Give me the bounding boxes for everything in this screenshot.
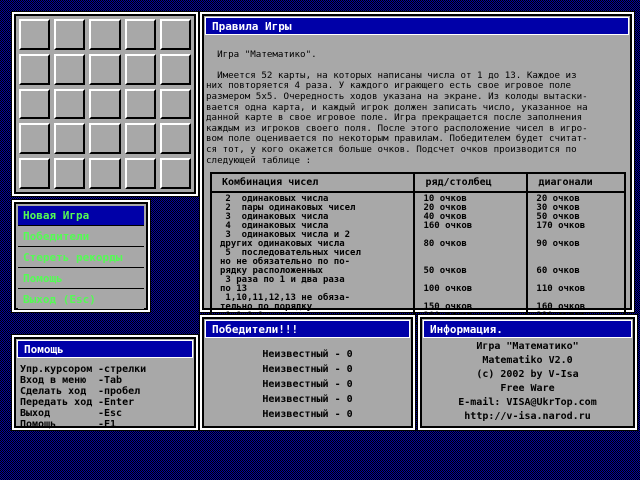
help-row: Помощь -F1: [20, 419, 190, 430]
info-line: http://v-isa.narod.ru: [464, 411, 591, 422]
board-cell[interactable]: [19, 53, 51, 85]
info-line: E-mail: VISA@UkrTop.com: [458, 397, 597, 408]
winner-entry: Неизвестный - 0: [262, 394, 353, 405]
board-cell[interactable]: [19, 158, 51, 189]
help-row: Вход в меню -Tab: [20, 375, 190, 386]
menu-item-new-game[interactable]: Новая Игра: [18, 206, 144, 226]
main-menu: Новая Игра Победители Стереть рекорды По…: [11, 199, 151, 313]
header-combination: Комбинация чисел: [209, 172, 416, 193]
help-key: -Tab: [98, 375, 123, 386]
winners-window: Победители!!! Неизвестный - 0 Неизвестный…: [199, 314, 416, 431]
board-cell[interactable]: [19, 88, 51, 120]
help-action: Сделать ход: [20, 386, 87, 397]
help-window: Помощь Упр.курсором -стрелки Вход в меню -T…: [11, 334, 199, 431]
header-row-column: ряд/столбец: [413, 172, 529, 193]
board-cell[interactable]: [124, 19, 156, 50]
help-row: Упр.курсором -стрелки: [20, 364, 190, 375]
board-cell[interactable]: [54, 19, 86, 50]
winner-entry: Неизвестный - 0: [262, 379, 353, 390]
menu-item-help[interactable]: Помощь: [18, 269, 144, 289]
combinations-column: 2 одинаковых числа 2 пары одинаковых чис…: [209, 192, 415, 324]
board-cell[interactable]: [19, 123, 51, 155]
board-cell[interactable]: [124, 123, 156, 155]
help-key: -Enter: [98, 397, 135, 408]
info-line: (c) 2002 by V-Isa: [476, 369, 579, 380]
board-cell[interactable]: [89, 88, 121, 120]
diagonal-points: 20 очков 30 очков 50 очков 170 очков 90 …: [526, 192, 625, 324]
info-title: Информация.: [423, 320, 632, 338]
menu-item-clear-records[interactable]: Стереть рекорды: [18, 248, 144, 268]
help-key: -пробел: [98, 386, 141, 397]
help-key: -стрелки: [98, 364, 147, 375]
board-cell[interactable]: [19, 19, 51, 50]
rules-title: Правила Игры: [205, 17, 629, 35]
info-line: Matematiko V2.0: [482, 355, 573, 366]
winner-entry: Неизвестный - 0: [262, 349, 353, 360]
help-action: Передать ход: [20, 397, 93, 408]
board-cell[interactable]: [159, 88, 191, 120]
board-cell[interactable]: [159, 53, 191, 85]
info-line: Free Ware: [500, 383, 555, 394]
board-cell[interactable]: [159, 158, 191, 189]
scoring-table: Комбинация чисел ряд/столбец диагонали 2…: [209, 172, 626, 325]
board-cell[interactable]: [89, 53, 121, 85]
help-key: -F1: [98, 419, 117, 430]
help-key: -Esc: [98, 408, 123, 419]
winners-title: Победители!!!: [205, 320, 410, 338]
board-cell[interactable]: [54, 158, 86, 189]
board-cell[interactable]: [54, 88, 86, 120]
board-cell[interactable]: [159, 19, 191, 50]
game-board: [11, 11, 199, 197]
header-diagonals: диагонали: [526, 172, 626, 193]
help-row: Выход -Esc: [20, 408, 190, 419]
board-cell[interactable]: [124, 158, 156, 189]
rules-text: Игра "Математико". Имеется 52 карты, на …: [206, 48, 588, 166]
help-action: Выход: [20, 408, 51, 419]
help-action: Вход в меню: [20, 375, 87, 386]
board-cell[interactable]: [89, 19, 121, 50]
board-cell[interactable]: [54, 53, 86, 85]
help-row: Сделать ход -пробел: [20, 386, 190, 397]
rules-window: Правила Игры Игра "Математико". Имеется …: [199, 11, 635, 325]
board-cell[interactable]: [124, 53, 156, 85]
board-cell[interactable]: [89, 123, 121, 155]
board-cell[interactable]: [159, 123, 191, 155]
info-window: Информация. Игра "Математико" Matematiko …: [417, 314, 638, 431]
row-column-points: 10 очков 20 очков 40 очков 160 очков 80 …: [413, 192, 528, 324]
board-cell[interactable]: [54, 123, 86, 155]
winner-entry: Неизвестный - 0: [262, 364, 353, 375]
help-action: Помощь: [20, 419, 57, 430]
help-action: Упр.курсором: [20, 364, 93, 375]
info-line: Игра "Математико": [476, 341, 579, 352]
board-cell[interactable]: [89, 158, 121, 189]
board-cell[interactable]: [124, 88, 156, 120]
menu-item-exit[interactable]: Выход (Esc): [18, 290, 144, 310]
help-row: Передать ход -Enter: [20, 397, 190, 408]
menu-item-winners[interactable]: Победители: [18, 227, 144, 247]
help-title: Помощь: [17, 340, 193, 358]
winner-entry: Неизвестный - 0: [262, 409, 353, 420]
